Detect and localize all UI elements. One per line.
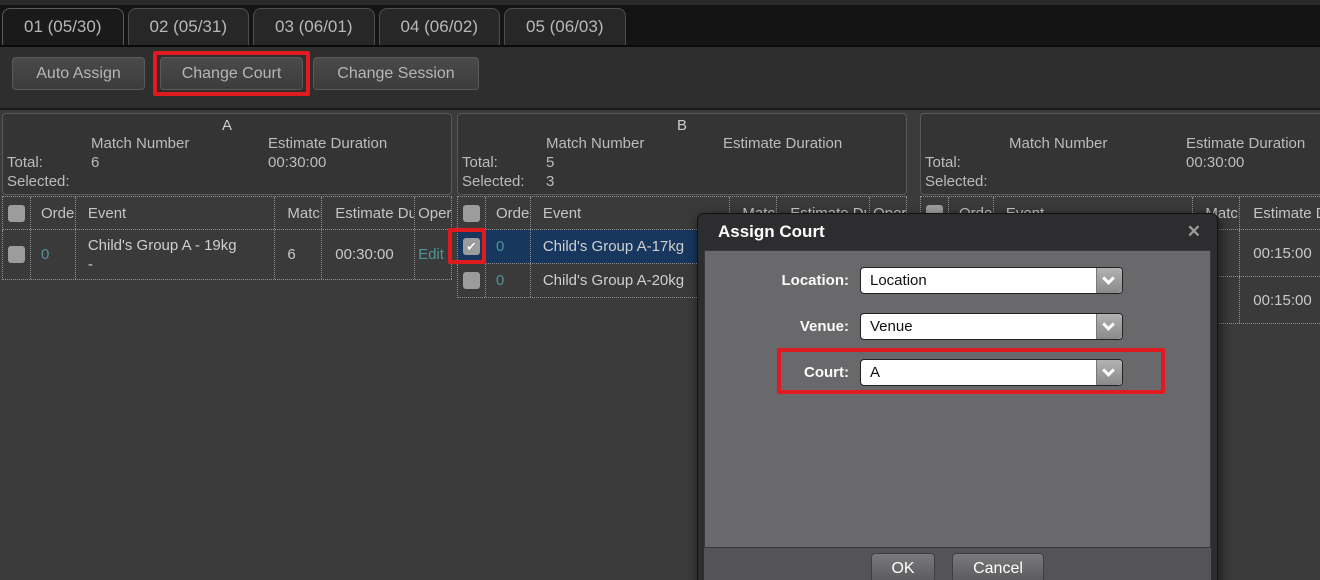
order-value: 0 (31, 230, 76, 279)
edit-link[interactable]: Edit (415, 230, 452, 279)
check-icon: ✔ (466, 238, 477, 255)
select-all-checkbox[interactable] (8, 205, 25, 222)
location-select[interactable]: Location (860, 267, 1123, 294)
court-label: Court: (705, 364, 860, 381)
tab-day-02[interactable]: 02 (05/31) (128, 8, 250, 45)
operation-column-header: Operation (415, 197, 452, 229)
panel-letter: B (458, 117, 906, 134)
cancel-button[interactable]: Cancel (952, 553, 1044, 580)
total-match-value: 5 (546, 154, 554, 171)
tab-day-04[interactable]: 04 (06/02) (379, 8, 501, 45)
auto-assign-button[interactable]: Auto Assign (12, 57, 145, 90)
total-label: Total: (7, 154, 43, 171)
court-select-value: A (870, 360, 880, 385)
venue-select-value: Venue (870, 314, 913, 339)
selected-label: Selected: (7, 173, 70, 190)
order-column-header: Order (486, 197, 531, 229)
total-label: Total: (925, 154, 961, 171)
row-checkbox-checked[interactable]: ✔ (463, 238, 480, 255)
date-tab-bar: 01 (05/30) 02 (05/31) 03 (06/01) 04 (06/… (0, 0, 1320, 47)
match-count: 6 (275, 230, 322, 279)
chevron-down-icon[interactable] (1096, 360, 1122, 385)
total-match-value: 6 (91, 154, 99, 171)
match-column-header: Match Number (275, 197, 322, 229)
location-select-value: Location (870, 268, 927, 293)
dialog-title: Assign Court (718, 222, 825, 242)
tab-day-03[interactable]: 03 (06/01) (253, 8, 375, 45)
estimate-value: 00:15:00 (1240, 277, 1320, 323)
match-number-label: Match Number (91, 135, 189, 152)
selected-label: Selected: (462, 173, 525, 190)
panel-b-summary: B Match Number Estimate Duration Total: … (457, 113, 907, 195)
estimate-duration-label: Estimate Duration (723, 135, 842, 152)
location-label: Location: (705, 272, 860, 289)
venue-label: Venue: (705, 318, 860, 335)
selected-label: Selected: (925, 173, 988, 190)
event-name: Child's Group A - 19kg - (76, 230, 276, 279)
ok-button[interactable]: OK (871, 553, 935, 580)
dialog-title-bar: Assign Court ✕ (698, 214, 1217, 250)
order-value: 0 (486, 264, 531, 297)
total-estimate-value: 00:30:00 (1186, 154, 1244, 171)
table-row[interactable]: 0 Child's Group A - 19kg - 6 00:30:00 Ed… (2, 230, 452, 280)
estimate-value: 00:15:00 (1240, 230, 1320, 276)
estimate-duration-label: Estimate Duration (1186, 135, 1305, 152)
chevron-down-icon[interactable] (1096, 314, 1122, 339)
estimate-column-header: Estimate Duration (1240, 197, 1320, 229)
estimate-value: 00:30:00 (322, 230, 415, 279)
change-court-button[interactable]: Change Court (160, 57, 303, 90)
row-checkbox[interactable] (463, 272, 480, 289)
venue-select[interactable]: Venue (860, 313, 1123, 340)
court-select[interactable]: A (860, 359, 1123, 386)
tab-day-01[interactable]: 01 (05/30) (2, 8, 124, 45)
estimate-column-header: Estimate Duration (322, 197, 415, 229)
table-header-row: Order Event Match Number Estimate Durati… (2, 197, 452, 230)
sessions-area: A Match Number Estimate Duration Total: … (0, 110, 1320, 580)
panel-letter: A (3, 117, 451, 134)
tab-day-05[interactable]: 05 (06/03) (504, 8, 626, 45)
event-column-header: Event (76, 197, 276, 229)
total-label: Total: (462, 154, 498, 171)
order-value: 0 (486, 230, 531, 263)
toolbar: Auto Assign Change Court Change Session (0, 47, 1320, 110)
panel-a-summary: A Match Number Estimate Duration Total: … (2, 113, 452, 195)
close-icon[interactable]: ✕ (1187, 222, 1201, 242)
estimate-duration-label: Estimate Duration (268, 135, 387, 152)
dialog-body: Location: Location Venue: Venue Court: A (704, 250, 1211, 548)
total-estimate-value: 00:30:00 (268, 154, 326, 171)
match-number-label: Match Number (1009, 135, 1107, 152)
change-session-button[interactable]: Change Session (313, 57, 479, 90)
chevron-down-icon[interactable] (1096, 268, 1122, 293)
select-all-checkbox[interactable] (463, 205, 480, 222)
selected-match-value: 3 (546, 173, 554, 190)
assign-court-dialog: Assign Court ✕ Location: Location Venue:… (697, 213, 1218, 580)
dialog-footer: OK Cancel (704, 548, 1211, 580)
panel-c-summary: Match Number Estimate Duration Total: 00… (920, 113, 1320, 195)
row-checkbox[interactable] (8, 246, 25, 263)
panel-a-table: Order Event Match Number Estimate Durati… (2, 196, 452, 280)
match-number-label: Match Number (546, 135, 644, 152)
order-column-header: Order (31, 197, 76, 229)
